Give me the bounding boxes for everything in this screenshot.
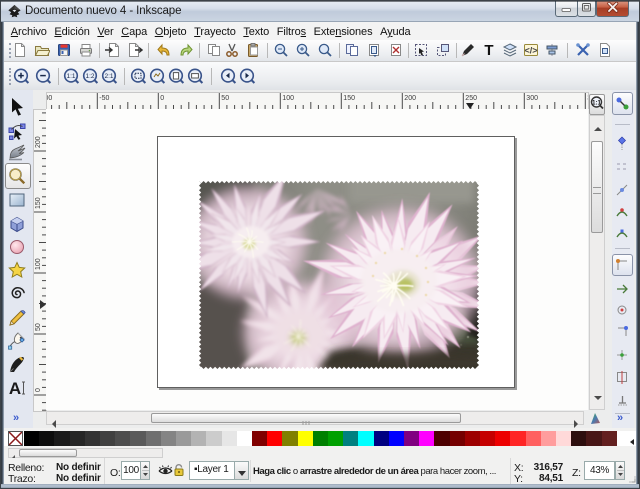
svg-text:50: 50	[221, 95, 229, 102]
svg-text:100: 100	[282, 95, 294, 102]
svg-text:-100: -100	[47, 95, 52, 102]
svg-text:</>: </>	[524, 46, 537, 56]
svg-text:0: 0	[35, 388, 42, 392]
svg-text:50: 50	[35, 323, 42, 331]
svg-text:200: 200	[404, 95, 416, 102]
svg-text:300: 300	[526, 95, 538, 102]
svg-text:T: T	[484, 42, 493, 58]
svg-text:200: 200	[35, 136, 42, 148]
svg-text:-50: -50	[99, 95, 109, 102]
svg-text:2:1: 2:1	[104, 73, 113, 80]
svg-text:1:1: 1:1	[66, 73, 75, 80]
svg-text:0: 0	[160, 95, 164, 102]
svg-text:A: A	[9, 379, 21, 398]
svg-text:250: 250	[465, 95, 477, 102]
svg-text:150: 150	[35, 197, 42, 209]
svg-text:100: 100	[35, 258, 42, 270]
svg-text:150: 150	[343, 95, 355, 102]
svg-text:1:2: 1:2	[85, 73, 94, 80]
svg-text:350: 350	[587, 95, 588, 102]
svg-text:1:1: 1:1	[592, 100, 601, 106]
